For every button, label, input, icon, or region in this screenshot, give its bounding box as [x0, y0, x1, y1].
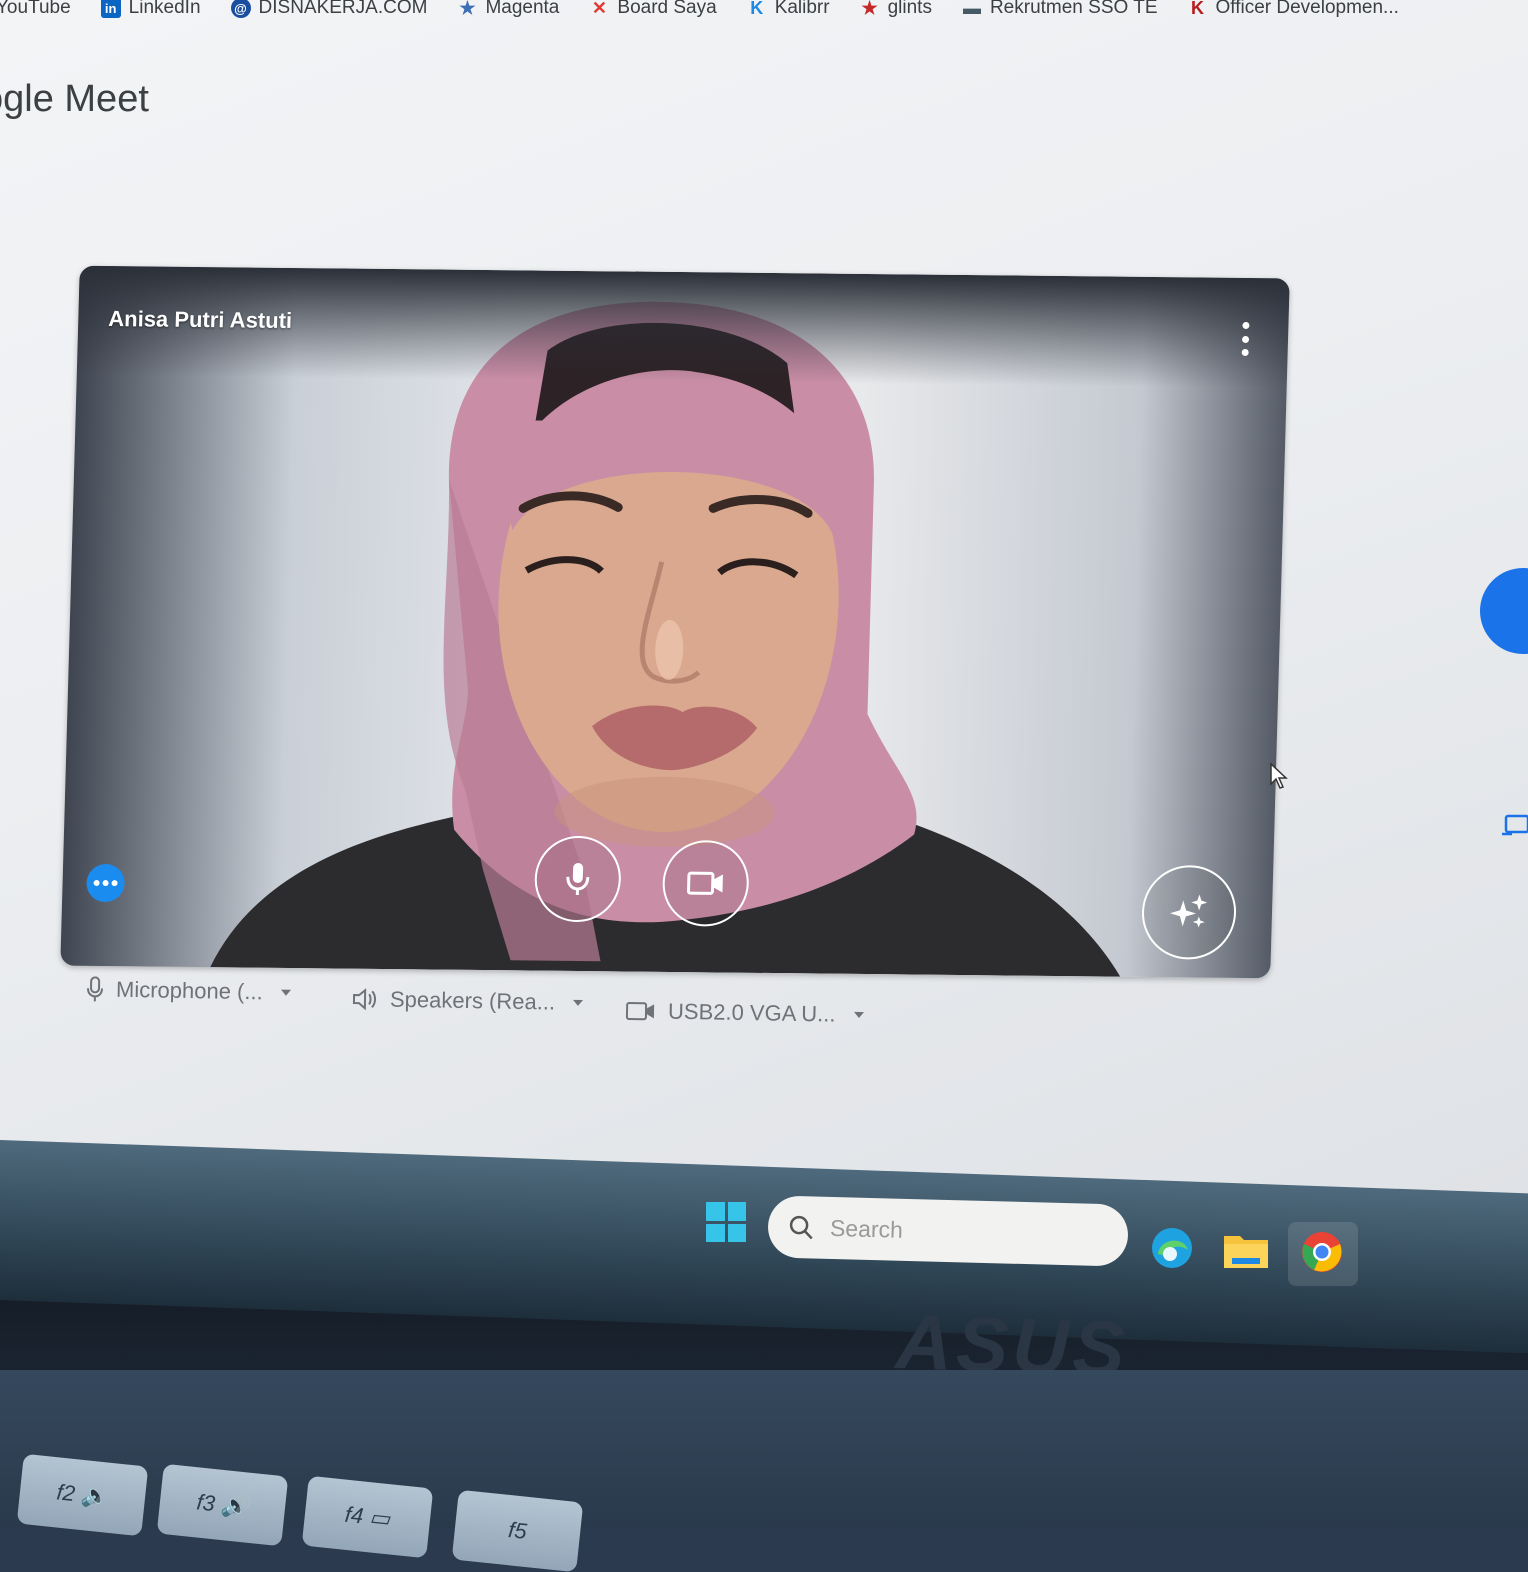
chevron-down-icon — [853, 1011, 864, 1019]
key-f2[interactable]: f2 🔈 — [16, 1453, 149, 1537]
speakers-select[interactable]: Speakers (Rea... — [352, 986, 584, 1016]
linkedin-icon: in — [100, 0, 121, 18]
more-options-button[interactable] — [1240, 321, 1251, 356]
magenta-icon: ★ — [459, 0, 476, 18]
bookmark-disnakerja[interactable]: @ DISNAKERJA.COM — [230, 0, 428, 19]
search-placeholder: Search — [829, 1214, 904, 1243]
browser-screen: YouTube in LinkedIn @ DISNAKERJA.COM ★ M… — [0, 0, 1528, 1200]
bookmark-rekrutmen[interactable]: ▬ Rekrutmen SSO TE — [962, 0, 1158, 19]
bookmark-label: Magenta — [485, 0, 560, 18]
sparkle-icon — [1169, 894, 1208, 928]
bookmark-label: glints — [887, 0, 932, 18]
chrome-icon[interactable] — [1300, 1230, 1344, 1274]
camera-select-label: USB2.0 VGA U... — [667, 998, 836, 1027]
bookmarks-bar: YouTube in LinkedIn @ DISNAKERJA.COM ★ M… — [0, 0, 1528, 26]
windows-start-icon[interactable] — [706, 1202, 746, 1242]
more-vert-icon — [1241, 321, 1250, 329]
disnakerja-icon: @ — [230, 0, 251, 18]
edge-icon[interactable] — [1150, 1226, 1194, 1270]
bookmark-board-saya[interactable]: ✕ Board Saya — [589, 0, 717, 19]
speaker-icon — [352, 988, 377, 1011]
key-f4[interactable]: f4 ▭ — [301, 1475, 434, 1559]
bookmark-magenta[interactable]: ★ Magenta — [457, 0, 559, 19]
key-f3[interactable]: f3 🔊 — [156, 1463, 289, 1547]
board-icon: ✕ — [591, 0, 607, 18]
mouse-cursor-icon — [1270, 762, 1288, 789]
bookmark-glints[interactable]: ★ glints — [860, 0, 932, 19]
present-screen-icon[interactable] — [1500, 814, 1528, 836]
microphone-select-label: Microphone (... — [115, 976, 263, 1005]
microphone-select[interactable]: Microphone (... — [86, 976, 291, 1006]
chevron-down-icon — [280, 989, 291, 996]
file-explorer-icon[interactable] — [1222, 1230, 1270, 1270]
bookmark-youtube[interactable]: YouTube — [0, 0, 71, 19]
speakers-select-label: Speakers (Rea... — [389, 986, 556, 1015]
side-action-button[interactable] — [1480, 568, 1528, 654]
bookmark-linkedin[interactable]: in LinkedIn — [100, 0, 201, 19]
participant-name: Anisa Putri Astuti — [107, 306, 293, 333]
page-title: ogle Meet — [0, 78, 149, 120]
rekrutmen-icon: ▬ — [962, 0, 981, 18]
bookmark-label: LinkedIn — [128, 0, 201, 18]
bookmark-kalibrr[interactable]: K Kalibrr — [747, 0, 830, 19]
chevron-down-icon — [573, 999, 584, 1007]
key-f5[interactable]: f5 — [451, 1489, 584, 1572]
bookmark-label: YouTube — [0, 0, 71, 18]
videocam-icon — [686, 871, 723, 895]
bookmark-officer-development[interactable]: K Officer Developmen... — [1188, 0, 1399, 19]
camera-select[interactable]: USB2.0 VGA U... — [625, 998, 864, 1028]
bookmark-label: Board Saya — [617, 0, 717, 18]
taskbar-search[interactable]: Search — [767, 1195, 1129, 1267]
microphone-icon — [566, 862, 590, 896]
kalibrr-icon: K — [750, 0, 764, 18]
bookmark-label: DISNAKERJA.COM — [258, 0, 428, 18]
glints-icon: ★ — [861, 0, 878, 18]
officer-icon: K — [1191, 0, 1204, 18]
videocam-icon — [625, 1001, 655, 1021]
bookmark-label: Kalibrr — [774, 0, 830, 18]
search-icon — [789, 1215, 813, 1240]
microphone-icon — [87, 976, 104, 1002]
video-preview: Anisa Putri Astuti — [60, 265, 1290, 979]
bookmark-label: Officer Developmen... — [1215, 0, 1399, 18]
bookmark-label: Rekrutmen SSO TE — [989, 0, 1158, 18]
